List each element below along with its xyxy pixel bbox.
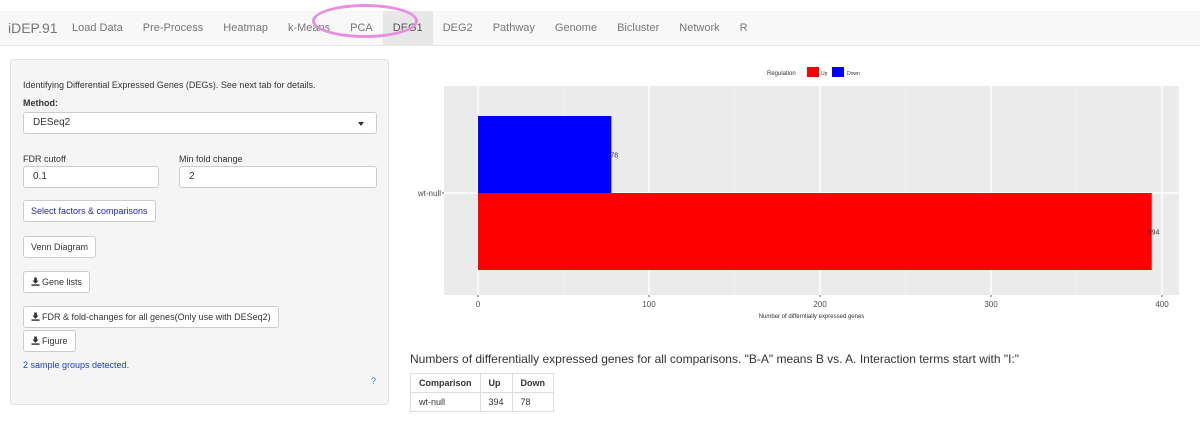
groups-detected-text: 2 sample groups detected. xyxy=(23,360,130,370)
fdr-input[interactable]: 0.1 xyxy=(23,166,159,188)
fdr-fold-label: FDR & fold-changes for all genes(Only us… xyxy=(42,312,271,322)
legend-label-down: Down xyxy=(847,71,860,77)
tab-pre-process[interactable]: Pre-Process xyxy=(133,11,214,45)
tab-pathway[interactable]: Pathway xyxy=(483,11,545,45)
method-select[interactable]: DESeq2 xyxy=(23,112,377,134)
nav-tabs: Load Data Pre-Process Heatmap k-Means PC… xyxy=(62,11,758,45)
table-cell: wt-null xyxy=(410,392,481,412)
top-strip xyxy=(0,0,1200,11)
data-label-up: 394 xyxy=(1148,230,1160,237)
results-caption: Numbers of differentially expressed gene… xyxy=(410,352,1020,366)
tab-genome[interactable]: Genome xyxy=(545,11,607,45)
tab-k-means[interactable]: k-Means xyxy=(278,11,340,45)
figure-label: Figure xyxy=(42,336,68,346)
column-header: Down xyxy=(511,373,555,393)
download-icon xyxy=(31,277,40,286)
gene-lists-label: Gene lists xyxy=(42,277,83,287)
tab-bicluster[interactable]: Bicluster xyxy=(607,11,669,45)
tab-pca[interactable]: PCA xyxy=(340,11,383,45)
table-header-row: Comparison Up Down xyxy=(410,373,555,393)
column-header: Up xyxy=(479,373,513,393)
category-label: wt-null xyxy=(417,189,441,198)
tab-network[interactable]: Network xyxy=(669,11,729,45)
method-label: Method: xyxy=(23,98,58,108)
legend-title: Regulation xyxy=(767,71,796,77)
fold-value: 2 xyxy=(189,171,195,182)
figure-download-button[interactable]: Figure xyxy=(23,330,76,352)
tab-heatmap[interactable]: Heatmap xyxy=(213,11,278,45)
table-cell: 394 xyxy=(479,392,513,412)
fdr-fold-download-button[interactable]: FDR & fold-changes for all genes(Only us… xyxy=(23,306,279,328)
tab-r[interactable]: R xyxy=(730,11,758,45)
table-cell: 78 xyxy=(511,392,555,412)
fold-label: Min fold change xyxy=(179,154,243,164)
x-tick-label: 300 xyxy=(984,300,998,309)
venn-diagram-button[interactable]: Venn Diagram xyxy=(23,236,97,258)
deg-count-table: Comparison Up Down wt-null 394 78 xyxy=(410,373,555,412)
intro-text: Identifying Differential Expressed Genes… xyxy=(23,80,316,90)
bar-up-wt-null xyxy=(478,193,1152,270)
x-tick-label: 400 xyxy=(1155,300,1169,309)
method-value: DESeq2 xyxy=(33,117,71,128)
tab-load-data[interactable]: Load Data xyxy=(62,11,133,45)
app-brand: iDEP.91 xyxy=(8,20,58,36)
fdr-value: 0.1 xyxy=(33,171,47,182)
select-factors-button[interactable]: Select factors & comparisons xyxy=(23,200,156,222)
fold-input[interactable]: 2 xyxy=(179,166,377,188)
x-tick-label: 100 xyxy=(642,300,656,309)
table-body: wt-null 394 78 xyxy=(410,392,555,412)
data-label-down: 78 xyxy=(610,153,618,160)
x-tick-label: 0 xyxy=(476,300,481,309)
download-icon xyxy=(31,312,40,321)
tab-deg1[interactable]: DEG1 xyxy=(382,11,433,45)
sidebar-panel: Identifying Differential Expressed Genes… xyxy=(10,59,389,405)
tab-deg2[interactable]: DEG2 xyxy=(433,11,483,45)
help-link[interactable]: ? xyxy=(371,376,376,386)
legend-label-up: Up xyxy=(821,71,828,77)
download-icon xyxy=(31,336,40,345)
column-header: Comparison xyxy=(410,373,481,393)
fdr-label: FDR cutoff xyxy=(23,154,66,164)
x-tick-label: 200 xyxy=(813,300,827,309)
legend-swatch-down xyxy=(832,67,844,77)
bar-down-wt-null xyxy=(478,116,612,193)
caret-down-icon xyxy=(358,122,364,126)
x-axis-label: Number of differntially expressed genes xyxy=(759,314,865,320)
legend-swatch-up xyxy=(807,67,819,77)
gene-lists-button[interactable]: Gene lists xyxy=(23,271,91,293)
table-row: wt-null 394 78 xyxy=(410,392,555,412)
navbar: iDEP.91 Load Data Pre-Process Heatmap k-… xyxy=(0,11,1200,46)
deg-bar-chart: 78 394 wt-null 0 100 200 300 400 Number of diffe… xyxy=(417,67,1179,320)
